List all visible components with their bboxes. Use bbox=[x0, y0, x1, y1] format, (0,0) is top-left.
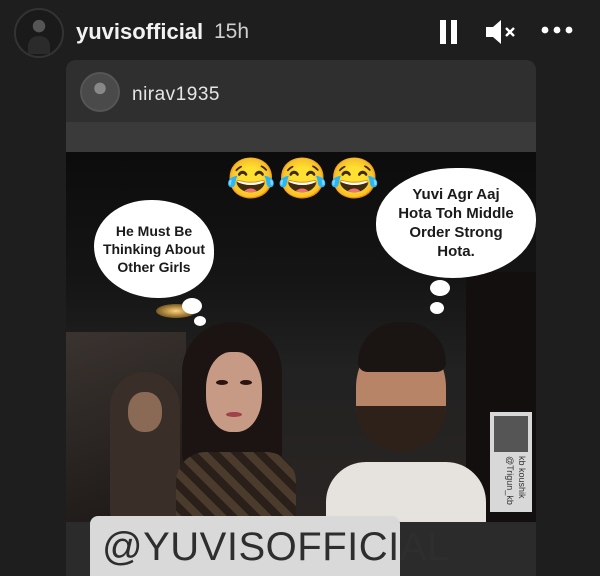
shared-post-header: nirav1935 bbox=[66, 60, 536, 122]
watermark-thumbnail bbox=[494, 416, 528, 452]
profile-avatar[interactable] bbox=[14, 8, 64, 58]
shared-post-card[interactable]: nirav1935 😂😂😂 He Must Be Thinking About … bbox=[66, 60, 536, 576]
story-username[interactable]: yuvisofficial bbox=[76, 19, 203, 45]
thought-bubble-right-text: Yuvi Agr Aaj Hota Toh Middle Order Stron… bbox=[398, 186, 514, 260]
pause-icon[interactable] bbox=[438, 20, 460, 44]
shared-post-avatar[interactable] bbox=[80, 72, 120, 112]
watermark-badge: kb koushik @Trigun_kb bbox=[490, 412, 532, 512]
thought-dot bbox=[430, 302, 444, 314]
thought-dot bbox=[182, 298, 202, 314]
more-options-icon[interactable] bbox=[540, 18, 574, 42]
story-header: yuvisofficial 15h bbox=[0, 0, 600, 62]
thought-dot bbox=[194, 316, 206, 326]
man-figure bbox=[306, 322, 486, 522]
watermark-text: kb koushik @Trigun_kb bbox=[505, 456, 527, 505]
woman-figure bbox=[176, 322, 296, 522]
story-timestamp: 15h bbox=[214, 20, 250, 43]
thought-dot bbox=[430, 280, 450, 296]
thought-bubble-right: Yuvi Agr Aaj Hota Toh Middle Order Stron… bbox=[376, 168, 536, 278]
post-divider bbox=[66, 122, 536, 152]
meme-image: 😂😂😂 He Must Be Thinking About Other Girl… bbox=[66, 152, 536, 522]
speaker-muted-icon[interactable] bbox=[484, 18, 518, 46]
laughing-emoji-icons: 😂😂😂 bbox=[226, 157, 382, 201]
back-seat-person bbox=[110, 372, 180, 522]
mention-sticker[interactable]: @YUVISOFFICIAL bbox=[90, 516, 449, 576]
thought-bubble-left: He Must Be Thinking About Other Girls bbox=[94, 200, 214, 298]
shared-post-username[interactable]: nirav1935 bbox=[132, 84, 220, 106]
thought-bubble-left-text: He Must Be Thinking About Other Girls bbox=[102, 223, 206, 275]
